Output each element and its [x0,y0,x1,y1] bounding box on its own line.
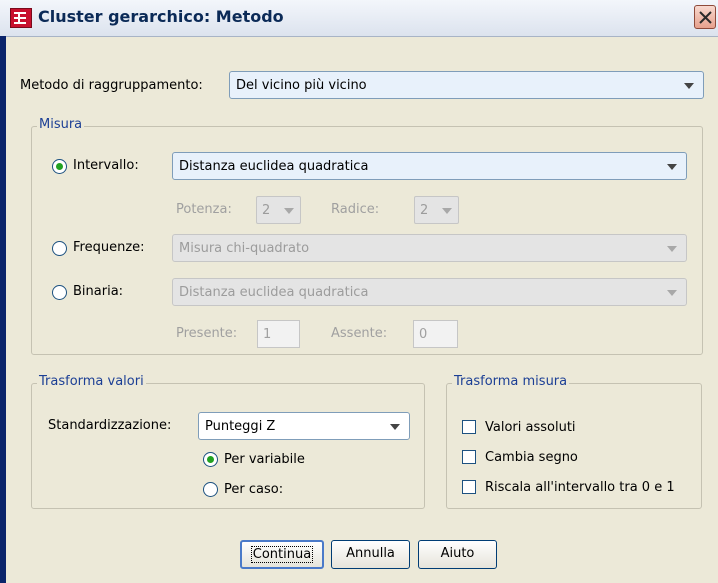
potenza-value: 2 [262,203,271,218]
per-caso-radio[interactable] [203,482,218,497]
presente-label: Presente: [176,326,238,341]
radice-value: 2 [420,203,429,218]
frequenze-radio[interactable] [52,241,67,256]
per-variabile-radio[interactable] [203,452,218,467]
riscala-label: Riscala all'intervallo tra 0 e 1 [485,480,675,495]
chevron-down-icon [390,424,400,430]
presente-value: 1 [263,327,272,342]
binaria-radio[interactable] [52,285,67,300]
spss-table-icon [10,8,32,28]
frequenze-label: Frequenze: [73,240,145,255]
per-caso-label: Per caso: [224,482,284,497]
chevron-down-icon [284,208,294,214]
intervallo-dropdown[interactable]: Distanza euclidea quadratica [172,152,687,180]
trasforma-misura-title: Trasforma misura [452,374,570,389]
standardizzazione-value: Punteggi Z [205,419,276,434]
aiuto-label: Aiuto [440,546,475,561]
binaria-value: Distanza euclidea quadratica [179,285,369,300]
frequenze-value: Misura chi-quadrato [179,241,310,256]
cambia-segno-label: Cambia segno [485,450,578,465]
chevron-down-icon [684,83,694,89]
window-frame-left [0,36,6,583]
assente-label: Assente: [331,326,388,341]
close-button[interactable] [694,5,716,29]
trasforma-valori-title: Trasforma valori [37,374,146,389]
per-variabile-label: Per variabile [224,452,305,467]
continua-label: Continua [250,546,314,563]
standardizzazione-label: Standardizzazione: [48,418,172,433]
potenza-dropdown[interactable]: 2 [256,196,301,224]
cambia-segno-checkbox[interactable] [462,450,476,464]
radice-label: Radice: [331,202,380,217]
standardizzazione-dropdown[interactable]: Punteggi Z [198,412,410,440]
annulla-button[interactable]: Annulla [331,540,410,569]
intervallo-value: Distanza euclidea quadratica [179,159,369,174]
misura-group-title: Misura [37,117,85,132]
intervallo-label: Intervallo: [73,158,139,173]
window-title: Cluster gerarchico: Metodo [38,7,284,26]
binaria-label: Binaria: [73,284,124,299]
metodo-label: Metodo di raggruppamento: [20,78,203,93]
intervallo-radio[interactable] [52,159,67,174]
riscala-checkbox[interactable] [462,480,476,494]
annulla-label: Annulla [346,546,395,561]
metodo-dropdown[interactable]: Del vicino più vicino [229,71,704,99]
continua-button[interactable]: Continua [240,540,324,569]
assente-value: 0 [419,327,428,342]
close-icon [699,11,712,24]
valori-assoluti-label: Valori assoluti [485,420,576,435]
metodo-value: Del vicino più vicino [236,78,367,93]
presente-field[interactable]: 1 [257,320,300,348]
chevron-down-icon [667,164,677,170]
chevron-down-icon [667,290,677,296]
aiuto-button[interactable]: Aiuto [418,540,497,569]
radice-dropdown[interactable]: 2 [414,196,459,224]
chevron-down-icon [442,208,452,214]
assente-field[interactable]: 0 [413,320,458,348]
frequenze-dropdown[interactable]: Misura chi-quadrato [172,234,687,262]
chevron-down-icon [667,246,677,252]
binaria-dropdown[interactable]: Distanza euclidea quadratica [172,278,687,306]
valori-assoluti-checkbox[interactable] [462,420,476,434]
potenza-label: Potenza: [176,202,232,217]
